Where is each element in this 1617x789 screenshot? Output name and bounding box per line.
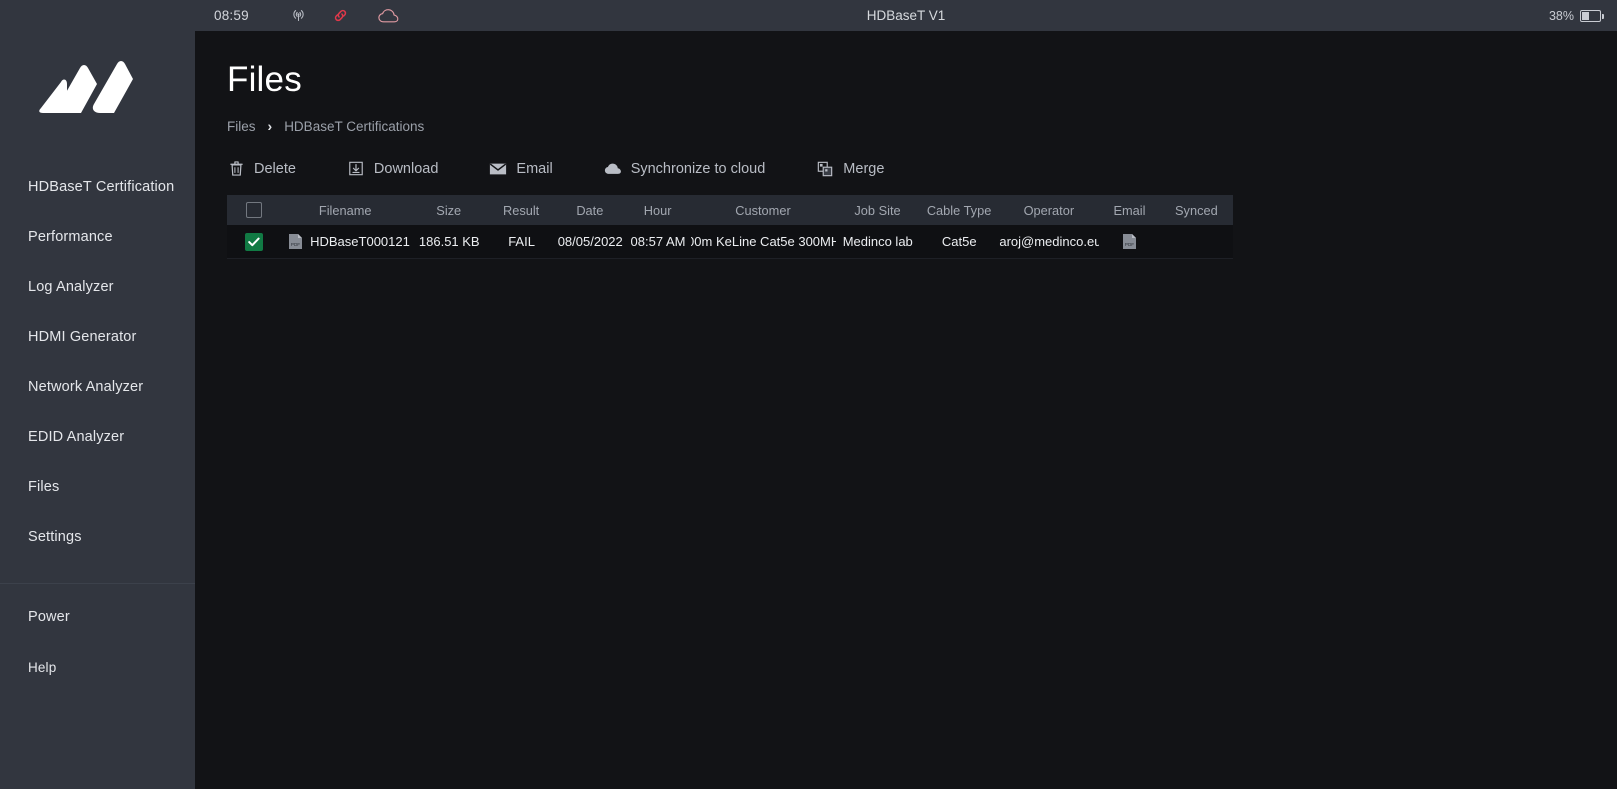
select-all-checkbox[interactable]	[245, 202, 262, 218]
sidebar-item-label: Power	[28, 609, 70, 625]
sidebar-nav-bottom: Power Help	[0, 592, 195, 692]
svg-text:PDF: PDF	[291, 242, 300, 247]
email-button-label: Email	[516, 160, 553, 177]
column-header-filename[interactable]: Filename	[280, 203, 410, 218]
sidebar-item-settings[interactable]: Settings	[0, 512, 195, 562]
sidebar-item-hdmi-generator[interactable]: HDMI Generator	[0, 312, 195, 362]
sidebar-item-label: EDID Analyzer	[28, 429, 125, 445]
row-job-site: Medinco lab	[842, 234, 913, 249]
column-header-size[interactable]: Size	[410, 203, 487, 218]
column-header-date[interactable]: Date	[555, 203, 625, 218]
app-logo	[0, 0, 195, 140]
sidebar-item-hdbaset-certification[interactable]: HDBaseT Certification	[0, 162, 195, 212]
page-title: Files	[227, 60, 302, 99]
pdf-file-icon[interactable]: PDF	[1122, 233, 1137, 250]
delete-button[interactable]: Delete	[227, 160, 296, 177]
synchronize-to-cloud-button[interactable]: Synchronize to cloud	[604, 160, 766, 177]
column-header-customer[interactable]: Customer	[691, 203, 836, 218]
envelope-icon	[489, 162, 507, 176]
row-date: 08/05/2022	[557, 234, 623, 249]
status-icons	[249, 7, 399, 24]
download-icon	[347, 160, 365, 177]
sidebar-item-edid-analyzer[interactable]: EDID Analyzer	[0, 412, 195, 462]
download-button-label: Download	[373, 160, 439, 177]
sidebar-item-label: Log Analyzer	[28, 279, 114, 295]
row-hour: 08:57 AM	[630, 234, 686, 249]
battery-icon	[1580, 9, 1604, 22]
sidebar-nav: HDBaseT Certification Performance Log An…	[0, 162, 195, 562]
pdf-file-icon: PDF	[288, 233, 303, 250]
row-filename: HDBaseT000121	[310, 234, 410, 249]
sidebar-item-log-analyzer[interactable]: Log Analyzer	[0, 262, 195, 312]
chevron-right-icon: ›	[267, 118, 273, 134]
row-select-cell	[227, 232, 280, 251]
column-header-synced[interactable]: Synced	[1160, 203, 1233, 218]
files-table: Filename Size Result Date Hour Customer …	[227, 195, 1233, 259]
sidebar-item-label: HDBaseT Certification	[28, 179, 175, 195]
link-icon	[332, 7, 349, 24]
sidebar-item-help[interactable]: Help	[0, 642, 195, 692]
sidebar-divider	[0, 583, 195, 584]
sidebar-item-network-analyzer[interactable]: Network Analyzer	[0, 362, 195, 412]
breadcrumb-root[interactable]: Files	[227, 119, 256, 134]
antenna-broadcast-icon	[290, 7, 307, 24]
svg-text:PDF: PDF	[1125, 242, 1134, 247]
breadcrumb: Files › HDBaseT Certifications	[227, 118, 1617, 134]
status-app-title: HDBaseT V1	[866, 8, 946, 23]
main-content: Files Files › HDBaseT Certifications Del…	[195, 31, 1617, 789]
cloud-icon	[378, 8, 399, 24]
row-cable-type: Cat5e	[941, 234, 977, 249]
battery-indicator: 38%	[1548, 8, 1604, 23]
status-time: 08:59	[214, 8, 249, 23]
sidebar: HDBaseT Certification Performance Log An…	[0, 0, 195, 789]
row-size: 186.51 KB	[418, 234, 480, 249]
row-operator: jaroj@medinco.eu	[998, 234, 1100, 249]
sidebar-item-label: HDMI Generator	[28, 329, 137, 345]
column-header-hour[interactable]: Hour	[625, 203, 691, 218]
battery-percent-label: 38%	[1548, 8, 1574, 23]
cloud-icon	[604, 162, 622, 175]
sidebar-item-label: Performance	[28, 229, 113, 245]
breadcrumb-current: HDBaseT Certifications	[284, 118, 425, 134]
sidebar-item-label: Network Analyzer	[28, 379, 144, 395]
select-all-checkbox-cell	[227, 202, 280, 218]
column-header-operator[interactable]: Operator	[998, 203, 1099, 218]
email-button[interactable]: Email	[489, 160, 553, 177]
column-header-job-site[interactable]: Job Site	[835, 203, 919, 218]
merge-icon	[816, 161, 834, 177]
column-header-result[interactable]: Result	[487, 203, 555, 218]
sidebar-item-label: Files	[28, 479, 60, 495]
app-root: HDBaseT Certification Performance Log An…	[0, 0, 1617, 789]
synchronize-to-cloud-button-label: Synchronize to cloud	[630, 160, 766, 177]
mountain-m-logo-icon	[38, 61, 133, 113]
column-header-cable-type[interactable]: Cable Type	[920, 203, 999, 218]
sidebar-item-power[interactable]: Power	[0, 592, 195, 642]
merge-button-label: Merge	[843, 160, 885, 177]
row-checkbox-checked[interactable]	[244, 232, 263, 251]
sidebar-item-performance[interactable]: Performance	[0, 212, 195, 262]
row-result: FAIL	[508, 234, 535, 249]
column-header-email[interactable]: Email	[1099, 203, 1159, 218]
table-header-row: Filename Size Result Date Hour Customer …	[227, 195, 1233, 225]
row-filename-cell: PDF HDBaseT000121	[280, 233, 411, 250]
delete-button-label: Delete	[254, 160, 296, 177]
download-button[interactable]: Download	[347, 160, 439, 177]
table-row[interactable]: PDF HDBaseT000121 186.51 KB FAIL 08/05/2…	[227, 225, 1233, 259]
sidebar-item-label: Help	[28, 659, 57, 675]
status-bar: 08:59 HDBaseT V1 38%	[195, 0, 1617, 31]
row-customer: 100m KeLine Cat5e 300MHz	[691, 234, 836, 249]
sidebar-item-label: Settings	[28, 529, 82, 545]
merge-button[interactable]: Merge	[816, 161, 884, 177]
files-toolbar: Delete Download Email Synchronize to clo…	[227, 160, 1617, 177]
row-email-cell[interactable]: PDF	[1099, 233, 1159, 250]
trash-icon	[227, 160, 245, 177]
sidebar-item-files[interactable]: Files	[0, 462, 195, 512]
